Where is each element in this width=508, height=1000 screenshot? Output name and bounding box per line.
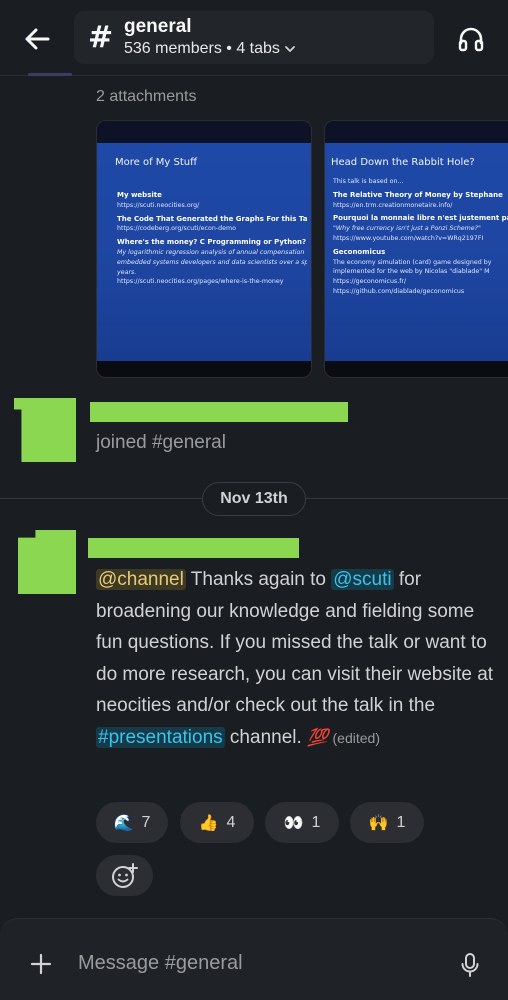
join-event-text: joined #general [96,432,226,453]
channel-meta-text: 536 members • 4 tabs [124,40,280,57]
channel-meta: 536 members • 4 tabs [124,40,296,58]
slide-line: implemented for the web by Nicolas "diab… [333,268,490,276]
slide-line: https://geconomicus.fr/ [333,278,407,286]
add-reaction-icon [111,862,138,888]
slide-line: My logarithmic regression analysis of an… [117,249,305,257]
slide-line: The Code That Generated the Graphs For t… [117,214,307,223]
photo-stand [325,361,508,377]
reaction-raised-hands[interactable]: 🙌 1 [350,802,424,843]
slide-title: Head Down the Rabbit Hole? [331,157,475,168]
reaction-count: 4 [226,813,236,831]
photo-backdrop [325,121,508,143]
edited-label: (edited) [332,729,380,746]
slide-body: My website https://scuti.neocities.org/Th… [117,187,307,287]
scroll-fragment [28,73,72,76]
photo-backdrop [97,121,311,143]
reaction-thumbs-up[interactable]: 👍 4 [180,802,254,843]
slide-line: https://en.trm.creationmonetaire.info/ [333,201,453,209]
thumbs-up-icon: 👍 [198,814,219,832]
channel-info-button[interactable]: # general 536 members • 4 tabs [74,11,434,64]
wave-icon: 🌊 [113,814,134,832]
slide-line: https://codeberg.org/scuti/econ-demo [117,225,236,233]
slide-line: This talk is based on... [333,178,404,185]
chevron-down-icon [285,46,295,53]
slide-line: Geconomicus [333,247,386,256]
message-text: channel. [224,726,308,748]
slide-body: This talk is based on... The Relative The… [333,177,508,297]
slide-line: https://scuti.neocities.org/pages/where-… [117,278,284,286]
channel-link[interactable]: #presentations [96,726,225,748]
slide-line: Pourquoi la monnaie libre n'est justemen… [333,214,508,223]
huddle-button[interactable] [454,22,488,56]
plus-icon [30,953,52,975]
attachment-image-1[interactable]: More of My Stuff My website https://scuti… [96,120,312,378]
slide-screen: More of My Stuff My website https://scuti… [97,143,311,361]
channel-name: general [124,16,192,37]
back-button[interactable] [20,22,54,56]
reaction-eyes[interactable]: 👀 1 [265,802,339,843]
hundred-points-icon: 💯 [307,727,328,747]
slide-screen: Head Down the Rabbit Hole? This talk is … [325,143,508,361]
channel-mention[interactable]: @channel [96,569,186,590]
photo-stand [97,361,311,377]
slide-line: Where's the money? C Programming or Pyth… [117,238,307,247]
avatar[interactable] [18,530,76,594]
add-reaction-button[interactable] [96,855,153,896]
redacted-username[interactable] [90,402,348,422]
message-input[interactable] [78,947,438,979]
attachment-image-2[interactable]: Head Down the Rabbit Hole? This talk is … [324,120,508,378]
message-text: Thanks again to [185,569,332,590]
attachments-label: 2 attachments [96,88,197,105]
reaction-count: 1 [396,813,406,831]
slide-line: https://scuti.neocities.org/ [117,201,200,209]
reaction-count: 1 [311,813,321,831]
slide-line: https://www.youtube.com/watch?v=WRq2197F… [333,234,484,242]
slide-line: The economy simulation (card) game desig… [333,258,492,266]
date-divider: Nov 13th [202,482,306,516]
headphones-icon [458,27,484,52]
channel-hash-icon: # [88,20,114,55]
redacted-username[interactable] [88,538,299,558]
message-composer [0,918,508,1000]
channel-header: # general 536 members • 4 tabs [0,0,508,76]
raised-hands-icon: 🙌 [368,814,389,832]
slide-line: years. [117,268,137,276]
add-attachment-button[interactable] [26,949,56,979]
eyes-icon: 👀 [283,814,304,832]
slide-line: My website [117,191,162,199]
message-body: @channel Thanks again to @scuti for broa… [96,564,496,755]
slide-title: More of My Stuff [115,157,198,168]
voice-message-button[interactable] [456,949,484,981]
slide-line: "Why free currency isn't just a Ponzi Sc… [333,225,481,233]
back-arrow-icon [25,28,50,50]
slide-line: https://github.com/diablade/geconomicus [333,287,465,295]
reaction-wave[interactable]: 🌊 7 [96,802,168,843]
microphone-icon [461,953,479,977]
message-text: for broadening our knowledge and fieldin… [96,569,494,717]
slide-line: The Relative Theory of Money by Stephane [333,190,503,199]
slide-line: embedded systems developers and data sci… [117,258,307,266]
reaction-count: 7 [141,813,151,831]
user-mention[interactable]: @scuti [331,569,394,590]
avatar[interactable] [14,398,76,462]
